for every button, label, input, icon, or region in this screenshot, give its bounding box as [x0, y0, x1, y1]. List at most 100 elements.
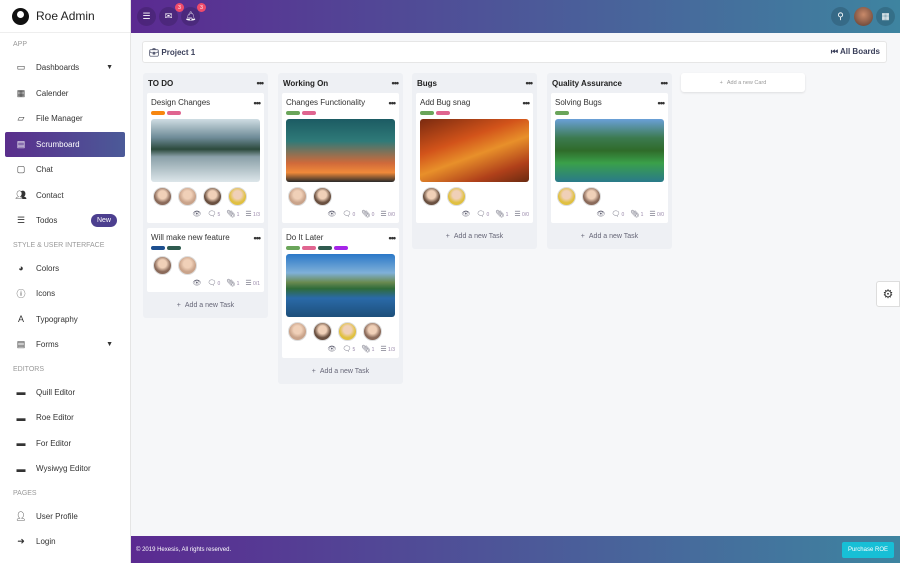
sidebar-item-label: Contact — [36, 190, 64, 200]
column-menu-icon[interactable]: ••• — [661, 78, 669, 88]
sidebar-item-label: Scrumboard — [36, 139, 80, 149]
checklist-icon: ☰ — [245, 210, 252, 218]
apps-button[interactable]: ▦ — [876, 7, 895, 26]
menu-toggle-button[interactable]: ☰ — [137, 7, 156, 26]
all-boards-link[interactable]: ⏮ All Boards — [831, 47, 880, 57]
logo-icon — [12, 7, 29, 25]
sidebar-item-dashboards[interactable]: ▭ Dashboards ▼ — [0, 55, 125, 81]
sidebar-item-file-manager[interactable]: ▱ File Manager — [0, 106, 125, 132]
task-card[interactable]: Design Changes ••• 👁︎ 🗨︎ 5 📎︎ 1 ☰ 1/3 — [147, 93, 264, 223]
member-avatar[interactable] — [557, 187, 576, 206]
calendar-icon: ▦ — [16, 87, 26, 98]
notification-count-badge: 3 — [197, 3, 206, 12]
sidebar-item-user-profile[interactable]: 👤︎ User Profile — [0, 504, 125, 530]
sidebar-item-wysiwyg-editor[interactable]: ▬ Wysiwyg Editor — [0, 456, 125, 482]
rewind-icon: ⏮ — [830, 47, 840, 56]
plus-icon: + — [719, 79, 723, 86]
comment-count: 0 — [621, 211, 625, 218]
add-card-button[interactable]: + Add a new Card — [681, 73, 805, 92]
comment-count: 0 — [217, 280, 221, 287]
brand[interactable]: Roe Admin — [0, 0, 130, 33]
card-menu-icon[interactable]: ••• — [523, 98, 531, 108]
member-avatar[interactable] — [422, 187, 441, 206]
add-task-button[interactable]: + Add a new Task — [147, 297, 264, 314]
editor-icon: ▬ — [16, 438, 26, 449]
card-menu-icon[interactable]: ••• — [254, 233, 262, 243]
new-badge: New — [90, 214, 117, 228]
sidebar-item-colors[interactable]: ◕ Colors — [0, 256, 125, 282]
mail-button[interactable]: ✉ 3 — [159, 3, 184, 26]
checklist-icon: ☰ — [649, 210, 656, 218]
sidebar-item-roe-editor[interactable]: ▬ Roe Editor — [0, 405, 125, 431]
member-avatar[interactable] — [203, 187, 222, 206]
comment-count: 0 — [486, 211, 490, 218]
editor-icon: ▬ — [16, 387, 26, 398]
member-avatar[interactable] — [447, 187, 466, 206]
sidebar-item-login[interactable]: ➜ Login — [0, 529, 125, 555]
task-card[interactable]: Solving Bugs ••• 👁︎ 🗨︎ 0 📎︎ 1 ☰ 0/0 — [551, 93, 668, 223]
add-task-button[interactable]: + Add a new Task — [282, 363, 399, 380]
card-menu-icon[interactable]: ••• — [389, 98, 397, 108]
member-avatar[interactable] — [153, 187, 172, 206]
task-card[interactable]: Do It Later ••• 👁︎ 🗨︎ 5 📎︎ 1 ☰ 1/3 — [282, 228, 399, 358]
column-header: Working On ••• — [282, 73, 399, 93]
card-menu-icon[interactable]: ••• — [254, 98, 262, 108]
member-avatar[interactable] — [338, 322, 357, 341]
sidebar-item-scrumboard[interactable]: ▤ Scrumboard — [5, 131, 125, 157]
app-title: Roe Admin — [36, 9, 95, 23]
member-avatar[interactable] — [153, 256, 172, 275]
settings-gear-button[interactable]: ⚙ — [876, 281, 900, 307]
add-task-button[interactable]: + Add a new Task — [551, 228, 668, 245]
card-menu-icon[interactable]: ••• — [389, 233, 397, 243]
column-menu-icon[interactable]: ••• — [257, 78, 265, 88]
sidebar-item-typography[interactable]: A Typography — [0, 307, 125, 333]
sidebar-item-todos[interactable]: ☰ Todos New — [0, 208, 125, 234]
search-button[interactable]: ⚲ — [831, 7, 850, 26]
member-avatar[interactable] — [313, 322, 332, 341]
column-title: Quality Assurance — [552, 78, 622, 88]
member-avatar[interactable] — [178, 187, 197, 206]
add-task-button[interactable]: + Add a new Task — [416, 228, 533, 245]
card-image — [555, 119, 664, 182]
sidebar-item-forms[interactable]: ▤ Forms ▼ — [0, 332, 125, 358]
checklist-icon: ☰ — [380, 345, 387, 353]
sidebar-item-quill-editor[interactable]: ▬ Quill Editor — [0, 380, 125, 406]
label-tag — [302, 111, 316, 115]
member-avatar[interactable] — [178, 256, 197, 275]
label-tag — [334, 246, 348, 250]
member-avatar[interactable] — [313, 187, 332, 206]
column-menu-icon[interactable]: ••• — [526, 78, 534, 88]
member-avatar[interactable] — [228, 187, 247, 206]
sidebar-item-chat[interactable]: ▢ Chat — [0, 157, 125, 183]
sidebar-item-for-editor[interactable]: ▬ For Editor — [0, 431, 125, 457]
column-menu-icon[interactable]: ••• — [392, 78, 400, 88]
sidebar-item-icons[interactable]: ⓘ Icons — [0, 281, 125, 307]
folder-icon: ▱ — [17, 113, 25, 124]
label-tag — [555, 111, 569, 115]
sidebar-item-calender[interactable]: ▦ Calender — [0, 81, 125, 107]
checklist-icon: ☰ — [380, 210, 387, 218]
task-card[interactable]: Changes Functionality ••• 👁︎ 🗨︎ 0 📎︎ 0 ☰ 0/0 — [282, 93, 399, 223]
info-icon: ⓘ — [16, 289, 26, 300]
member-avatar[interactable] — [288, 187, 307, 206]
checklist-icon: ☰ — [245, 279, 252, 287]
grid-icon: ▦ — [881, 11, 890, 21]
label-tag — [167, 246, 181, 250]
member-avatar[interactable] — [288, 322, 307, 341]
task-card[interactable]: Add Bug snag ••• 👁︎ 🗨︎ 0 📎︎ 1 ☰ 0/0 — [416, 93, 533, 223]
purchase-button[interactable]: Purchase ROE — [841, 541, 894, 558]
user-avatar[interactable] — [854, 7, 873, 26]
plus-icon: + — [445, 233, 450, 240]
task-card[interactable]: Will make new feature ••• 👁︎ 🗨︎ 0 📎︎ 1 ☰ 0/1 — [147, 228, 264, 292]
label-tag — [436, 111, 450, 115]
plus-icon: + — [176, 302, 181, 309]
member-avatar[interactable] — [582, 187, 601, 206]
notifications-button[interactable]: 🔔︎ 3 — [181, 3, 206, 26]
card-image — [286, 119, 395, 182]
card-title: Changes Functionality — [286, 98, 366, 107]
member-avatar[interactable] — [363, 322, 382, 341]
label-tag — [318, 246, 332, 250]
sidebar-item-contact[interactable]: 👥︎ Contact — [0, 183, 125, 209]
card-menu-icon[interactable]: ••• — [658, 98, 666, 108]
paperclip-icon: 📎︎ — [361, 345, 371, 353]
